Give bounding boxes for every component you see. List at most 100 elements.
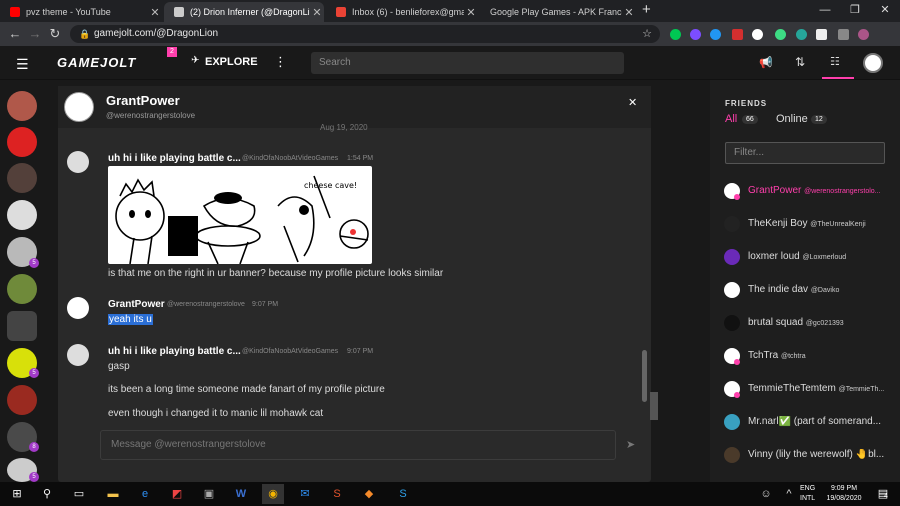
explore-link[interactable]: EXPLORE — [205, 56, 258, 68]
word-icon[interactable]: W — [230, 484, 252, 504]
community-avatar[interactable] — [7, 274, 37, 304]
chat-title[interactable]: GrantPower — [106, 93, 180, 108]
hamburger-menu-icon[interactable]: ☰ — [16, 56, 29, 73]
chat-bubble-icon[interactable] — [7, 311, 37, 341]
app-icon[interactable]: ◆ — [358, 484, 380, 504]
extensions-puzzle-icon[interactable] — [838, 29, 849, 40]
friend-item[interactable]: brutal squad @gc021393 — [748, 317, 888, 328]
friend-handle: @tchtra — [780, 353, 806, 360]
friend-item[interactable]: TchTra @tchtra — [748, 350, 888, 361]
message-author[interactable]: GrantPower — [108, 299, 165, 310]
friend-avatar[interactable] — [724, 447, 740, 463]
language-indicator[interactable]: ENG INTL — [800, 484, 815, 504]
friend-item[interactable]: TemmieTheTemtem @TemmieTh... — [748, 383, 888, 394]
friend-item[interactable]: loxmer loud @Loxmerloud — [748, 251, 888, 262]
reload-icon[interactable]: ↻ — [46, 25, 64, 43]
extension-icon[interactable] — [796, 29, 807, 40]
new-tab-button[interactable]: + — [642, 1, 651, 18]
close-tab-icon[interactable]: ✕ — [464, 6, 478, 19]
user-avatar[interactable] — [863, 53, 883, 73]
browser-tab[interactable]: Google Play Games - APK France ✕ — [480, 2, 636, 22]
message-time: 9:07 PM — [347, 348, 374, 355]
mail-icon[interactable]: ✉ — [294, 484, 316, 504]
search-icon[interactable]: ⚲ — [36, 484, 58, 504]
chat-scrollbar[interactable] — [642, 350, 647, 402]
community-avatar[interactable] — [7, 385, 37, 415]
close-window-icon[interactable]: ✕ — [870, 0, 900, 22]
community-avatar[interactable] — [7, 127, 37, 157]
search-input[interactable]: Search — [311, 52, 624, 74]
more-menu-icon[interactable]: ⋮ — [274, 54, 287, 70]
online-dot — [734, 194, 740, 200]
extension-icon[interactable] — [752, 29, 763, 40]
people-icon[interactable]: ☺ — [755, 484, 777, 504]
message-avatar[interactable] — [67, 344, 89, 366]
tab-all[interactable]: All — [725, 113, 737, 125]
minimize-icon[interactable]: — — [810, 0, 840, 22]
page-scrollbar[interactable] — [650, 392, 658, 420]
friend-avatar[interactable] — [724, 414, 740, 430]
forward-arrow-icon[interactable]: → — [26, 25, 44, 43]
gamejolt-logo[interactable]: GAMEJOLT — [57, 55, 136, 70]
activity-icon[interactable]: ⇅ — [795, 55, 805, 69]
chat-user-avatar[interactable] — [64, 92, 94, 122]
friend-item[interactable]: TheKenji Boy @TheUnrealKenji — [748, 218, 888, 229]
message-avatar[interactable] — [67, 297, 89, 319]
clock[interactable]: 9:09 PM 19/08/2020 — [822, 484, 866, 504]
keyboard-layout: INTL — [800, 495, 816, 502]
friend-item[interactable]: GrantPower @werenostrangerstolo... — [748, 185, 888, 196]
friend-item[interactable]: Mr.narl✅ (part of somerand... — [748, 416, 888, 427]
friend-item[interactable]: Vinny (lily the werewolf) 🤚bl... — [748, 449, 888, 460]
message-text: its been a long time someone made fanart… — [108, 384, 385, 395]
browser-tab[interactable]: Inbox (6) - benlieforex@gmail.co ✕ — [326, 2, 478, 22]
restore-icon[interactable]: ❐ — [840, 0, 870, 22]
profile-avatar-icon[interactable] — [858, 29, 869, 40]
message-image[interactable]: cheese cave! — [108, 166, 372, 264]
send-icon[interactable]: ➤ — [626, 438, 635, 451]
extension-icon[interactable] — [732, 29, 743, 40]
community-avatar[interactable] — [7, 200, 37, 230]
friend-handle: @TheUnrealKenji — [810, 221, 866, 228]
browser-tab[interactable]: pvz theme - YouTube ✕ — [0, 2, 162, 22]
tab-online[interactable]: Online — [776, 113, 808, 125]
friend-avatar[interactable] — [724, 315, 740, 331]
friend-item[interactable]: The indie dav @Daviko — [748, 284, 888, 295]
address-bar[interactable]: 🔒 gamejolt.com/@DragonLion ☆ — [70, 25, 660, 43]
message-author[interactable]: uh hi i like playing battle c... — [108, 346, 241, 357]
task-view-icon[interactable]: ▭ — [68, 484, 90, 504]
app-icon[interactable]: S — [326, 484, 348, 504]
friend-avatar[interactable] — [724, 249, 740, 265]
browser-tab-active[interactable]: (2) Drion Inferner (@DragonLion ✕ — [164, 2, 324, 22]
friend-avatar[interactable] — [724, 282, 740, 298]
friend-avatar[interactable] — [724, 216, 740, 232]
file-explorer-icon[interactable]: ▬ — [102, 484, 124, 504]
notification-center-icon[interactable]: ▤ — [872, 484, 894, 504]
chevron-up-icon[interactable]: ^ — [778, 484, 800, 504]
megaphone-icon[interactable]: 📢 — [759, 56, 773, 69]
message-author[interactable]: uh hi i like playing battle c... — [108, 153, 241, 164]
community-avatar[interactable] — [7, 91, 37, 121]
message-avatar[interactable] — [67, 151, 89, 173]
extension-cursor-icon[interactable] — [816, 29, 827, 40]
extension-icon[interactable] — [775, 29, 786, 40]
community-avatar[interactable] — [7, 163, 37, 193]
message-input[interactable]: Message @werenostrangerstolove — [100, 430, 616, 460]
app-icon[interactable]: ◩ — [166, 484, 188, 504]
bookmark-star-icon[interactable]: ☆ — [642, 25, 652, 43]
back-arrow-icon[interactable]: ← — [6, 25, 24, 43]
close-tab-icon[interactable]: ✕ — [622, 6, 636, 19]
store-icon[interactable]: ▣ — [198, 484, 220, 504]
close-tab-icon[interactable]: ✕ — [310, 6, 324, 19]
skype-icon[interactable]: S — [392, 484, 414, 504]
edge-icon[interactable]: e — [134, 484, 156, 504]
extension-audio-icon[interactable] — [710, 29, 721, 40]
chrome-icon[interactable]: ◉ — [262, 484, 284, 504]
friends-toggle-icon[interactable]: ☷ — [830, 55, 840, 68]
windows-start-icon[interactable]: ⊞ — [6, 484, 28, 504]
friends-filter-input[interactable]: Filter... — [725, 142, 885, 164]
extension-play-icon[interactable] — [670, 29, 681, 40]
friend-name: TchTra — [748, 350, 779, 361]
extension-icon[interactable] — [690, 29, 701, 40]
close-tab-icon[interactable]: ✕ — [148, 6, 162, 19]
close-chat-icon[interactable]: ✕ — [628, 96, 637, 109]
